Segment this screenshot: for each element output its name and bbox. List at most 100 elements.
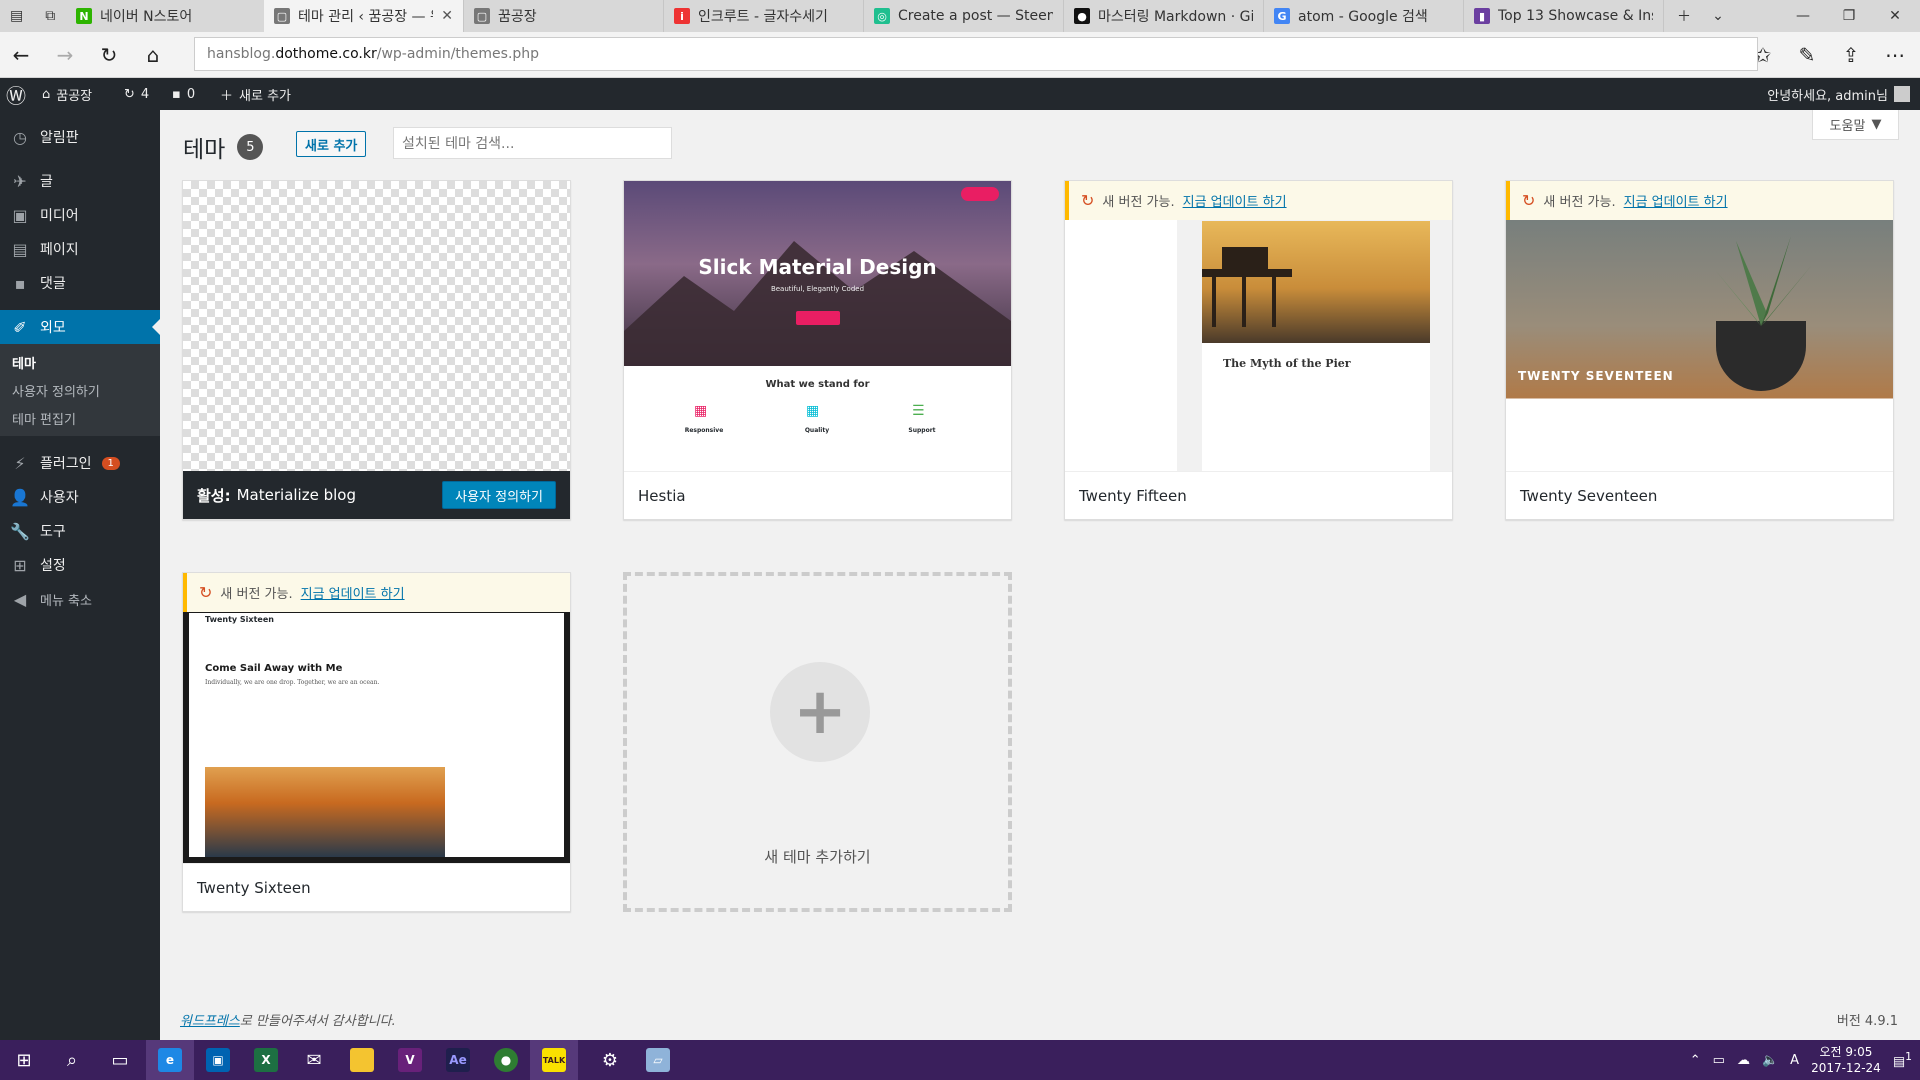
sidebar-item-posts[interactable]: ✈ 글 — [0, 164, 160, 198]
refresh-icon[interactable]: ↻ — [94, 40, 124, 70]
theme-search-input[interactable]: 설치된 테마 검색... — [393, 127, 672, 159]
mail-icon[interactable]: ✉ — [290, 1040, 338, 1080]
admin-bar-account[interactable]: 안녕하세요, admin님 — [1767, 78, 1910, 110]
browser-tab[interactable]: ◎ Create a post — Steemit — [864, 0, 1064, 32]
tab-list-chevron-icon[interactable]: ⌄ — [1700, 0, 1736, 32]
admin-bar-updates[interactable]: ↻ 4 — [124, 78, 149, 110]
update-now-link[interactable]: 지금 업데이트 하기 — [301, 583, 405, 602]
add-new-theme-button[interactable]: 새로 추가 — [296, 131, 367, 157]
browser-tab[interactable]: ▢ 테마 관리 ‹ 꿈공장 — 워 ✕ — [264, 0, 464, 32]
more-icon[interactable]: ⋯ — [1880, 40, 1910, 70]
tab-favicon-icon: G — [1274, 8, 1290, 24]
plugins-update-badge: 1 — [101, 456, 120, 470]
admin-bar-comments[interactable]: ▪ 0 — [172, 78, 195, 110]
sixteen-site-title: Twenty Sixteen — [205, 615, 274, 624]
theme-name: Twenty Seventeen — [1506, 471, 1893, 519]
sidebar-item-comments[interactable]: ▪ 댓글 — [0, 266, 160, 300]
close-tab-icon[interactable]: ✕ — [441, 8, 453, 24]
close-window-icon[interactable]: ✕ — [1872, 0, 1918, 32]
submenu-themes[interactable]: 테마 — [0, 348, 160, 376]
browser-tab[interactable]: ● 마스터링 Markdown · GitHu — [1064, 0, 1264, 32]
site-name: 꿈공장 — [56, 88, 93, 104]
visual-studio-icon[interactable]: V — [386, 1040, 434, 1080]
tab-favicon-icon: ▮ — [1474, 8, 1490, 24]
sidebar-item-plugins[interactable]: ⚡ 플러그인 1 — [0, 446, 160, 480]
admin-bar-new[interactable]: ＋ 새로 추가 — [220, 78, 291, 110]
excel-icon[interactable]: X — [242, 1040, 290, 1080]
sidebar-item-settings[interactable]: ⊞ 설정 — [0, 548, 160, 582]
wordpress-link[interactable]: 워드프레스 — [180, 1014, 240, 1029]
sidebar-collapse[interactable]: ◀ 메뉴 축소 — [0, 582, 160, 616]
help-label: 도움말 — [1829, 119, 1866, 134]
browser-tab[interactable]: Gatom - Google 검색 — [1264, 0, 1464, 32]
submenu-theme-editor[interactable]: 테마 편집기 — [0, 404, 160, 432]
sidebar-item-appearance[interactable]: ✐ 외모 — [0, 310, 160, 344]
update-now-link[interactable]: 지금 업데이트 하기 — [1624, 191, 1728, 210]
sidebar-item-pages[interactable]: ▤ 페이지 — [0, 232, 160, 266]
sidebar-item-tools[interactable]: 🔧 도구 — [0, 514, 160, 548]
chrome-like-icon[interactable]: ● — [482, 1040, 530, 1080]
browser-tab[interactable]: ▮ Top 13 Showcase & Inspirat — [1464, 0, 1664, 32]
page-title-text: 테마 — [183, 137, 226, 163]
after-effects-icon[interactable]: Ae — [434, 1040, 482, 1080]
new-tab-icon[interactable]: ＋ — [1664, 0, 1704, 32]
share-icon[interactable]: ⇪ — [1836, 40, 1866, 70]
plus-icon: ＋ — [220, 88, 234, 104]
minimize-window-icon[interactable]: — — [1780, 0, 1826, 32]
browser-tab[interactable]: N 네이버 N스토어 — [66, 0, 266, 32]
browser-tab[interactable]: i 인크루트 - 글자수세기 — [664, 0, 864, 32]
ae-glyph-icon: Ae — [446, 1048, 470, 1072]
store-icon[interactable]: ▣ — [194, 1040, 242, 1080]
home-icon[interactable]: ⌂ — [138, 40, 168, 70]
wordpress-logo-icon[interactable]: Ⓦ — [6, 78, 26, 110]
update-now-link[interactable]: 지금 업데이트 하기 — [1183, 191, 1287, 210]
volume-icon[interactable]: 🔈 — [1762, 1053, 1778, 1068]
windows-start-icon[interactable]: ⊞ — [0, 1040, 48, 1080]
tab-favicon-icon: i — [674, 8, 690, 24]
theme-card-twentyseventeen[interactable]: ↻ 새 버전 가능. 지금 업데이트 하기 TWENTY SEVENTEEN Twe… — [1505, 180, 1894, 520]
sidebar-item-label: 플러그인 — [40, 456, 92, 472]
sidebar-item-media[interactable]: ▣ 미디어 — [0, 198, 160, 232]
admin-bar-site[interactable]: ⌂ 꿈공장 — [42, 78, 92, 110]
file-explorer-icon[interactable] — [338, 1040, 386, 1080]
theme-name: Hestia — [624, 471, 1011, 519]
task-view-icon[interactable]: ▭ — [96, 1040, 144, 1080]
web-note-icon[interactable]: ✎ — [1792, 40, 1822, 70]
tab-overview-icon[interactable]: ▤ — [10, 8, 23, 24]
browser-tab[interactable]: ▢ 꿈공장 — [464, 0, 664, 32]
cloud-icon[interactable]: ☁ — [1737, 1053, 1750, 1068]
search-icon[interactable]: ⌕ — [48, 1040, 96, 1080]
back-icon[interactable]: ← — [6, 40, 36, 70]
settings-gear-icon[interactable]: ⚙ — [586, 1040, 634, 1080]
tray-chevron-up-icon[interactable]: ⌃ — [1690, 1053, 1701, 1068]
clock[interactable]: 오전 9:05 2017-12-24 — [1811, 1044, 1881, 1076]
support-icon: ☰ — [912, 403, 925, 419]
ime-icon[interactable]: A — [1790, 1053, 1799, 1068]
submenu-customize[interactable]: 사용자 정의하기 — [0, 376, 160, 404]
battery-icon[interactable]: ▭ — [1713, 1053, 1725, 1068]
fifteen-post-title: The Myth of the Pier — [1223, 357, 1351, 370]
browser-tab-bar: ▤ ⧉ N 네이버 N스토어 ▢ 테마 관리 ‹ 꿈공장 — 워 ✕ ▢ 꿈공장 i 인크루트 … — [0, 0, 1920, 32]
help-tab-button[interactable]: 도움말 ▼ — [1812, 110, 1899, 140]
customize-button[interactable]: 사용자 정의하기 — [442, 481, 556, 509]
pad-glyph-icon: ▱ — [646, 1048, 670, 1072]
kakaotalk-icon[interactable]: TALK — [530, 1040, 578, 1080]
restore-window-icon[interactable]: ❐ — [1826, 0, 1872, 32]
theme-card-hestia[interactable]: Slick Material Design Beautiful, Elegant… — [623, 180, 1012, 520]
forward-icon[interactable]: → — [50, 40, 80, 70]
theme-card-twentyfifteen[interactable]: ↻ 새 버전 가능. 지금 업데이트 하기 The Myth of the Pier… — [1064, 180, 1453, 520]
action-center-icon[interactable]: ▤1 — [1893, 1050, 1912, 1069]
add-new-theme-card[interactable]: + 새 테마 추가하기 — [623, 572, 1012, 912]
sidebar-item-users[interactable]: 👤 사용자 — [0, 480, 160, 514]
tab-actions[interactable]: ▤ ⧉ — [0, 0, 66, 32]
edge-browser-icon[interactable]: e — [146, 1040, 194, 1080]
address-bar[interactable]: hansblog. dothome.co.kr/wp-admin/themes.p… — [194, 37, 1758, 71]
set-aside-tabs-icon[interactable]: ⧉ — [45, 8, 55, 24]
sidebar-item-dashboard[interactable]: ◷ 알림판 — [0, 120, 160, 154]
theme-name: Twenty Sixteen — [183, 863, 570, 911]
theme-card-twentysixteen[interactable]: ↻ 새 버전 가능. 지금 업데이트 하기 Twenty Sixteen Come … — [182, 572, 571, 912]
address-host: hansblog. — [207, 46, 276, 62]
notice-text: 새 버전 가능. — [1543, 195, 1616, 210]
notepad-icon[interactable]: ▱ — [634, 1040, 682, 1080]
theme-card-materialize[interactable]: 활성: Materialize blog 사용자 정의하기 — [182, 180, 571, 520]
